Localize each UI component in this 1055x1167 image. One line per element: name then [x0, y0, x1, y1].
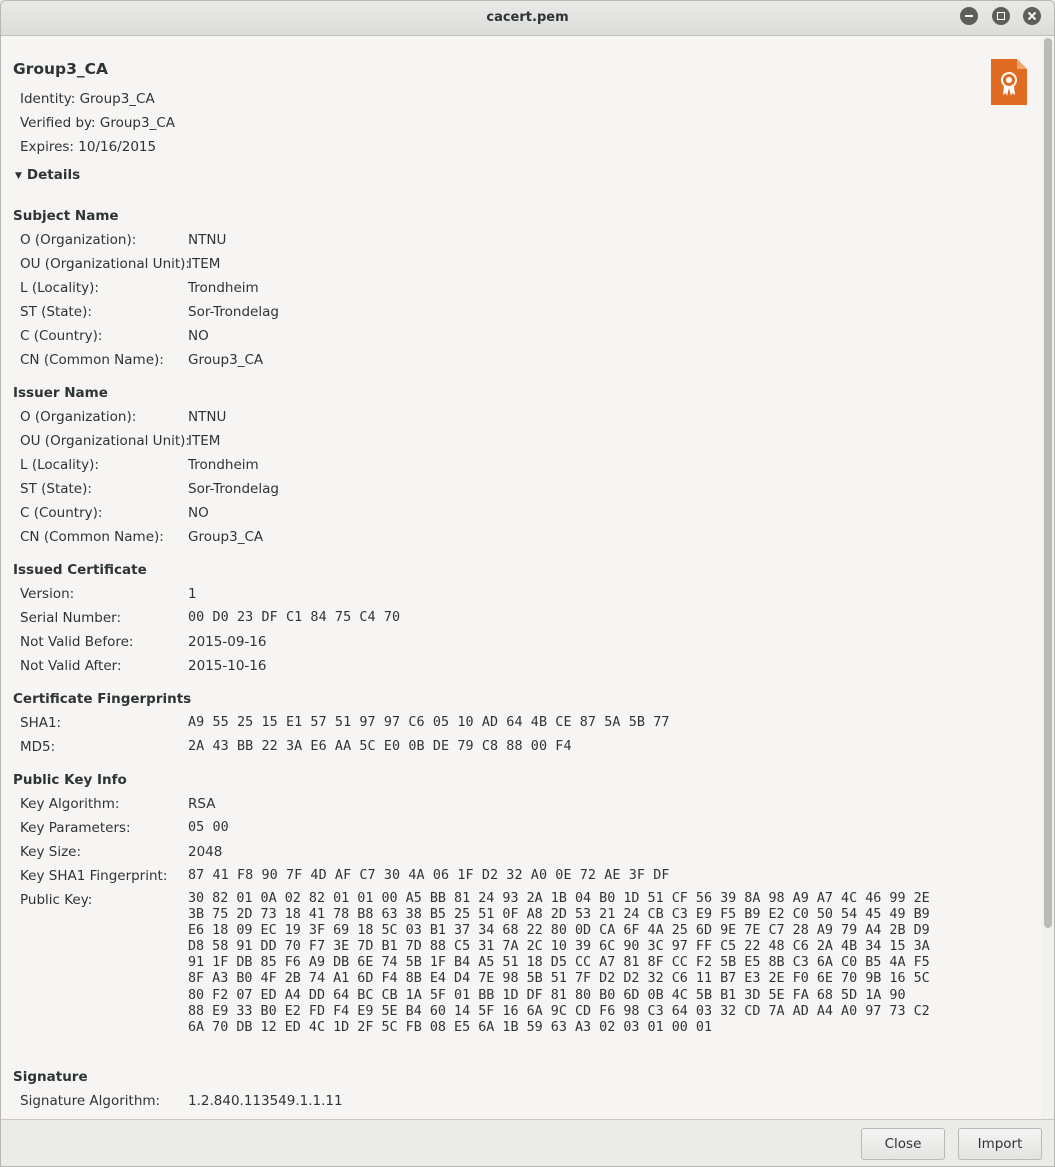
dialog-footer: Close Import — [1, 1119, 1054, 1166]
title-bar[interactable]: cacert.pem — [1, 1, 1054, 36]
public-key-line: 88 E9 33 B0 E2 FD F4 E9 5E B4 60 14 5F 1… — [188, 1003, 930, 1019]
field-value: 2015-10-16 — [188, 658, 267, 674]
serial-number-value: 00 D0 23 DF C1 84 75 C4 70 — [188, 610, 401, 625]
public-key-line: D8 58 91 DD 70 F7 3E 7D B1 7D 88 C5 31 7… — [188, 939, 930, 955]
public-key-line: 6A 70 DB 12 ED 4C 1D 2F 5C FB 08 E5 6A 1… — [188, 1019, 713, 1035]
field-label: CN (Common Name): — [20, 352, 164, 368]
field-value: ITEM — [188, 433, 221, 449]
field-value: NO — [188, 328, 209, 344]
certificate-details-pane[interactable]: Group3_CA Identity: Group3_CA Verified b… — [1, 36, 1041, 1119]
field-label: CN (Common Name): — [20, 529, 164, 545]
field-label: Key Algorithm: — [20, 796, 120, 812]
field-value: Trondheim — [188, 457, 259, 473]
field-label: ST (State): — [20, 481, 92, 497]
field-value: 2048 — [188, 844, 223, 860]
import-button[interactable]: Import — [958, 1128, 1042, 1160]
field-value: Group3_CA — [188, 352, 264, 368]
verified-by-text: Verified by: Group3_CA — [20, 115, 175, 131]
field-label: C (Country): — [20, 328, 103, 344]
expires-text: Expires: 10/16/2015 — [20, 139, 157, 155]
section-title: Subject Name — [13, 208, 119, 224]
public-key-line: 3B 75 2D 73 18 41 78 B8 63 38 B5 25 51 0… — [188, 907, 930, 923]
field-value: NO — [188, 505, 209, 521]
field-label: Public Key: — [20, 892, 93, 908]
field-label: MD5: — [20, 739, 56, 755]
field-label: Signature Algorithm: — [20, 1093, 161, 1109]
field-label: OU (Organizational Unit): — [20, 433, 190, 449]
field-label: OU (Organizational Unit): — [20, 256, 190, 272]
field-label: SHA1: — [20, 715, 62, 731]
field-value: RSA — [188, 796, 216, 812]
close-window-icon[interactable] — [1023, 7, 1041, 25]
details-expander[interactable]: ▼ Details — [15, 167, 80, 183]
field-value: 1 — [188, 586, 197, 602]
field-value: Sor-Trondelag — [188, 304, 279, 320]
expander-arrow-icon: ▼ — [15, 171, 22, 181]
field-label: Key Parameters: — [20, 820, 131, 836]
close-button[interactable]: Close — [861, 1128, 945, 1160]
section-title: Certificate Fingerprints — [13, 691, 192, 707]
certificate-icon — [991, 59, 1027, 105]
field-value: NTNU — [188, 232, 227, 248]
section-title: Issued Certificate — [13, 562, 147, 578]
field-label: Not Valid After: — [20, 658, 122, 674]
section-title: Issuer Name — [13, 385, 108, 401]
field-value: NTNU — [188, 409, 227, 425]
vertical-scrollbar[interactable] — [1041, 36, 1054, 1119]
certificate-viewer-window: cacert.pem Group3_CA Identity: Group3_CA… — [0, 0, 1055, 1167]
field-label: C (Country): — [20, 505, 103, 521]
md5-fingerprint-value: 2A 43 BB 22 3A E6 AA 5C E0 0B DE 79 C8 8… — [188, 739, 572, 754]
public-key-line: E6 18 09 EC 19 3F 69 18 5C 03 B1 37 34 6… — [188, 923, 930, 939]
field-label: Key SHA1 Fingerprint: — [20, 868, 168, 884]
field-value: 1.2.840.113549.1.1.11 — [188, 1093, 343, 1109]
sha1-fingerprint-value: A9 55 25 15 E1 57 51 97 97 C6 05 10 AD 6… — [188, 715, 670, 730]
public-key-line: 80 F2 07 ED A4 DD 64 BC CB 1A 5F 01 BB 1… — [188, 987, 906, 1003]
field-label: Key Size: — [20, 844, 82, 860]
field-label: L (Locality): — [20, 280, 99, 296]
field-value: 2015-09-16 — [188, 634, 267, 650]
scrollbar-thumb[interactable] — [1044, 38, 1052, 928]
certificate-name: Group3_CA — [13, 60, 109, 78]
key-parameters-value: 05 00 — [188, 820, 229, 835]
field-label: O (Organization): — [20, 232, 137, 248]
field-value: ITEM — [188, 256, 221, 272]
window-title: cacert.pem — [486, 10, 569, 25]
field-value: Group3_CA — [188, 529, 264, 545]
section-title: Signature — [13, 1069, 88, 1085]
field-label: L (Locality): — [20, 457, 99, 473]
field-label: ST (State): — [20, 304, 92, 320]
public-key-line: 30 82 01 0A 02 82 01 01 00 A5 BB 81 24 9… — [188, 891, 930, 906]
field-label: O (Organization): — [20, 409, 137, 425]
field-value: Trondheim — [188, 280, 259, 296]
field-value: Sor-Trondelag — [188, 481, 279, 497]
field-label: Version: — [20, 586, 75, 602]
maximize-icon[interactable] — [992, 7, 1010, 25]
public-key-line: 8F A3 B0 4F 2B 74 A1 6D F4 8B E4 D4 7E 9… — [188, 971, 930, 987]
section-title: Public Key Info — [13, 772, 127, 788]
field-label: Not Valid Before: — [20, 634, 134, 650]
identity-text: Identity: Group3_CA — [20, 91, 155, 107]
details-label: Details — [26, 167, 81, 183]
field-label: Serial Number: — [20, 610, 122, 626]
public-key-value: 30 82 01 0A 02 82 01 01 00 A5 BB 81 24 9… — [188, 891, 930, 1036]
public-key-line: 91 1F DB 85 F6 A9 DB 6E 74 5B 1F B4 A5 5… — [188, 955, 930, 971]
minimize-icon[interactable] — [960, 7, 978, 25]
key-sha1-fingerprint-value: 87 41 F8 90 7F 4D AF C7 30 4A 06 1F D2 3… — [188, 868, 670, 883]
